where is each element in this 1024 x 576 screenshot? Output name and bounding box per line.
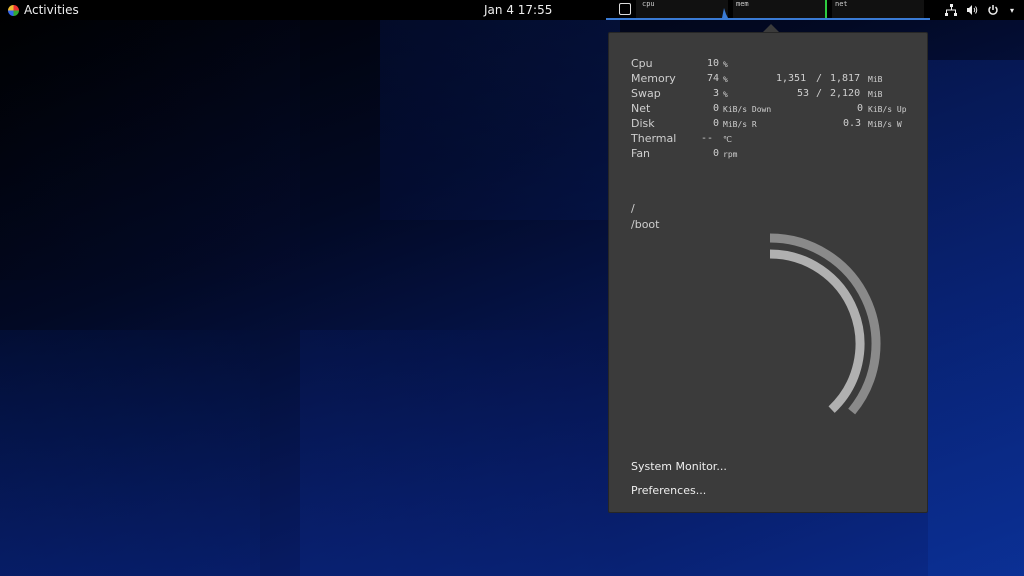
disk-read: 0 (713, 118, 720, 129)
disk-usage-chart (769, 233, 881, 415)
unit: % (723, 90, 728, 99)
unit: MiB/s R (723, 120, 757, 129)
disk-usage-arc-boot (769, 249, 865, 413)
stat-label: Memory (631, 72, 676, 85)
cpu-graph-label: cpu (642, 0, 655, 8)
unit: KiB/s Up (868, 105, 907, 114)
system-tray[interactable]: ▾ (945, 0, 1016, 20)
network-icon[interactable] (945, 4, 957, 16)
net-down: 0 (713, 103, 720, 114)
stat-row-net: Net 0 KiB/s Down 0 KiB/s Up (631, 102, 921, 116)
separator: / (816, 73, 823, 84)
fan-value: 0 (713, 148, 720, 159)
preferences-menu-item[interactable]: Preferences... (631, 484, 706, 497)
unit: rpm (723, 150, 738, 159)
swap-percent: 3 (713, 88, 720, 99)
stat-label: Cpu (631, 57, 653, 70)
swap-used: 53 (797, 88, 810, 99)
separator: / (816, 88, 823, 99)
unit: MiB (868, 75, 883, 84)
activities-label: Activities (24, 3, 79, 17)
stat-row-cpu: Cpu 10 % (631, 57, 921, 71)
stat-label: Net (631, 102, 651, 115)
stat-label: Disk (631, 117, 655, 130)
stat-row-swap: Swap 3 % 53 / 2,120 MiB (631, 87, 921, 101)
unit: KiB/s Down (723, 105, 772, 114)
stat-row-thermal: Thermal -- ℃ (631, 132, 921, 146)
swap-total: 2,120 (830, 88, 861, 99)
stat-row-disk: Disk 0 MiB/s R 0.3 MiB/s W (631, 117, 921, 131)
top-bar: Activities Jan 4 17:55 cpu mem net ▾ (0, 0, 1024, 20)
popup-pointer (763, 24, 779, 32)
cpu-percent: 10 (707, 58, 720, 69)
power-icon[interactable] (987, 4, 999, 16)
unit: ℃ (723, 135, 732, 144)
volume-icon[interactable] (966, 4, 978, 16)
system-monitor-popup: Cpu 10 % Memory 74 % 1,351 / 1,817 MiB S… (608, 32, 928, 513)
net-graph-label: net (835, 0, 848, 8)
distro-logo-icon (8, 4, 19, 16)
mem-graph-label: mem (736, 0, 749, 8)
stat-row-memory: Memory 74 % 1,351 / 1,817 MiB (631, 72, 921, 86)
net-up: 0 (857, 103, 864, 114)
stat-label: Swap (631, 87, 661, 100)
system-monitor-indicator[interactable]: cpu mem net (606, 0, 930, 20)
thermal-value: -- (701, 133, 714, 144)
memory-used: 1,351 (776, 73, 807, 84)
memory-percent: 74 (707, 73, 720, 84)
activities-button[interactable]: Activities (8, 0, 79, 20)
unit: MiB/s W (868, 120, 902, 129)
unit: % (723, 60, 728, 69)
system-monitor-icon (619, 3, 631, 15)
stat-row-fan: Fan 0 rpm (631, 147, 921, 161)
disk-write: 0.3 (843, 118, 862, 129)
memory-total: 1,817 (830, 73, 861, 84)
chevron-down-icon[interactable]: ▾ (1008, 4, 1016, 16)
unit: MiB (868, 90, 883, 99)
system-monitor-menu-item[interactable]: System Monitor... (631, 460, 727, 473)
clock[interactable]: Jan 4 17:55 (484, 0, 552, 20)
stat-label: Fan (631, 147, 651, 160)
unit: % (723, 75, 728, 84)
stat-label: Thermal (631, 132, 677, 145)
